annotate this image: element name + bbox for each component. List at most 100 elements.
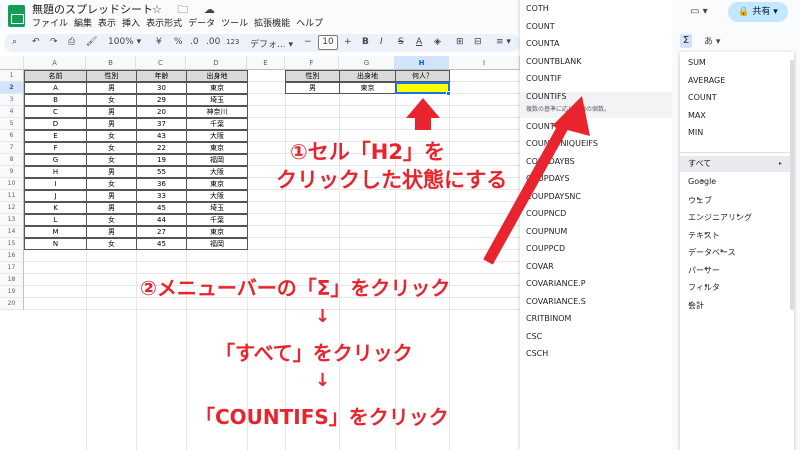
criteria-header-cell[interactable]: 出身地: [339, 70, 396, 82]
paint-format-icon[interactable]: 🖌: [86, 37, 97, 47]
font-select[interactable]: デフォ... ▾: [250, 37, 293, 50]
category-item[interactable]: エンジニアリング ▸: [688, 212, 752, 223]
currency-button[interactable]: ¥: [156, 37, 162, 47]
row-header[interactable]: 17: [0, 262, 24, 274]
table-cell[interactable]: 女: [86, 94, 137, 106]
selection-handle[interactable]: [446, 91, 451, 96]
table-cell[interactable]: 44: [136, 214, 187, 226]
category-item[interactable]: データベース ▸: [688, 247, 736, 258]
meet-icon[interactable]: ▭ ▾: [690, 6, 708, 17]
table-cell[interactable]: 東京: [186, 178, 248, 190]
table-cell[interactable]: 27: [136, 226, 187, 238]
table-cell[interactable]: 43: [136, 130, 187, 142]
function-item[interactable]: COVARIANCE.P: [526, 279, 586, 288]
table-cell[interactable]: 男: [86, 106, 137, 118]
strikethrough-button[interactable]: S: [398, 37, 404, 47]
row-header[interactable]: 1: [0, 70, 24, 82]
function-item[interactable]: COVAR: [526, 262, 554, 271]
table-header-cell[interactable]: 名前: [24, 70, 87, 82]
column-header[interactable]: B: [86, 56, 136, 70]
number-format-button[interactable]: 123: [226, 38, 239, 46]
table-cell[interactable]: 36: [136, 178, 187, 190]
undo-icon[interactable]: ↶: [32, 37, 40, 47]
borders-icon[interactable]: ⊞: [456, 37, 464, 47]
table-cell[interactable]: 東京: [186, 142, 248, 154]
quick-function-item[interactable]: AVERAGE: [688, 76, 725, 85]
table-cell[interactable]: 女: [86, 130, 137, 142]
table-header-cell[interactable]: 出身地: [186, 70, 248, 82]
zoom-select[interactable]: 100% ▾: [108, 37, 141, 47]
category-item[interactable]: 会計 ▸: [688, 300, 704, 311]
category-item[interactable]: パーサー ▸: [688, 265, 720, 276]
table-cell[interactable]: F: [24, 142, 87, 154]
table-cell[interactable]: N: [24, 238, 87, 250]
menu-item[interactable]: 挿入: [122, 19, 140, 29]
table-cell[interactable]: 男: [86, 202, 137, 214]
row-header[interactable]: 4: [0, 106, 24, 118]
menu-item[interactable]: 編集: [74, 19, 92, 29]
column-header[interactable]: C: [136, 56, 186, 70]
category-item[interactable]: フィルタ ▸: [688, 282, 720, 293]
column-header[interactable]: F: [285, 56, 339, 70]
text-color-button[interactable]: A: [416, 37, 422, 47]
bold-button[interactable]: B: [362, 37, 369, 47]
row-header[interactable]: 3: [0, 94, 24, 106]
row-header[interactable]: 16: [0, 250, 24, 262]
table-cell[interactable]: A: [24, 82, 87, 94]
table-cell[interactable]: 45: [136, 238, 187, 250]
table-cell[interactable]: 女: [86, 238, 137, 250]
table-cell[interactable]: 33: [136, 190, 187, 202]
table-cell[interactable]: 大阪: [186, 166, 248, 178]
table-cell[interactable]: 男: [86, 226, 137, 238]
function-item[interactable]: COUNTUNIQUEIFS: [526, 139, 598, 148]
fill-color-icon[interactable]: ◈: [434, 37, 441, 47]
table-cell[interactable]: 埼玉: [186, 202, 248, 214]
menu-item[interactable]: 拡張機能: [254, 19, 290, 29]
menu-item[interactable]: 表示形式: [146, 19, 182, 29]
row-header[interactable]: 7: [0, 142, 24, 154]
menu-item[interactable]: 表示: [98, 19, 116, 29]
menu-scrollbar[interactable]: [790, 60, 794, 310]
table-cell[interactable]: 東京: [186, 82, 248, 94]
function-item[interactable]: CRITBINOM: [526, 314, 571, 323]
function-item[interactable]: CSC: [526, 332, 542, 341]
row-header[interactable]: 6: [0, 130, 24, 142]
table-cell[interactable]: D: [24, 118, 87, 130]
criteria-cell[interactable]: 男: [285, 82, 340, 94]
row-header[interactable]: 5: [0, 118, 24, 130]
category-item[interactable]: Google ▸: [688, 177, 716, 186]
table-cell[interactable]: 19: [136, 154, 187, 166]
table-cell[interactable]: 千葉: [186, 214, 248, 226]
table-cell[interactable]: 福岡: [186, 238, 248, 250]
row-header[interactable]: 10: [0, 178, 24, 190]
function-item[interactable]: COUNTIFS 複数の基準に応じた値の個数。: [520, 91, 672, 118]
print-icon[interactable]: ⎙: [68, 37, 75, 47]
function-item[interactable]: COUPNCD: [526, 209, 566, 218]
menu-item[interactable]: ツール: [221, 19, 248, 29]
column-header[interactable]: I: [449, 56, 520, 70]
table-cell[interactable]: I: [24, 178, 87, 190]
menu-item[interactable]: ヘルプ: [296, 19, 323, 29]
function-item[interactable]: COUNT: [526, 22, 555, 31]
table-cell[interactable]: J: [24, 190, 87, 202]
category-item[interactable]: テキスト ▸: [688, 230, 720, 241]
input-tools-button[interactable]: あ ▾: [704, 34, 720, 47]
italic-button[interactable]: I: [380, 37, 383, 47]
table-cell[interactable]: 22: [136, 142, 187, 154]
function-item[interactable]: COUNTIF: [526, 74, 562, 83]
category-item[interactable]: すべて ▸: [680, 155, 794, 172]
column-header[interactable]: E: [247, 56, 285, 70]
table-cell[interactable]: 女: [86, 154, 137, 166]
table-cell[interactable]: 男: [86, 190, 137, 202]
function-item[interactable]: COUNTBLANK: [526, 57, 581, 66]
font-size-input[interactable]: 10: [318, 35, 338, 50]
table-cell[interactable]: 男: [86, 82, 137, 94]
row-header[interactable]: 15: [0, 238, 24, 250]
function-item[interactable]: CSCH: [526, 349, 548, 358]
table-cell[interactable]: 女: [86, 142, 137, 154]
row-header[interactable]: 8: [0, 154, 24, 166]
table-cell[interactable]: 大阪: [186, 190, 248, 202]
table-cell[interactable]: K: [24, 202, 87, 214]
row-header[interactable]: 11: [0, 190, 24, 202]
quick-function-item[interactable]: MAX: [688, 111, 706, 120]
